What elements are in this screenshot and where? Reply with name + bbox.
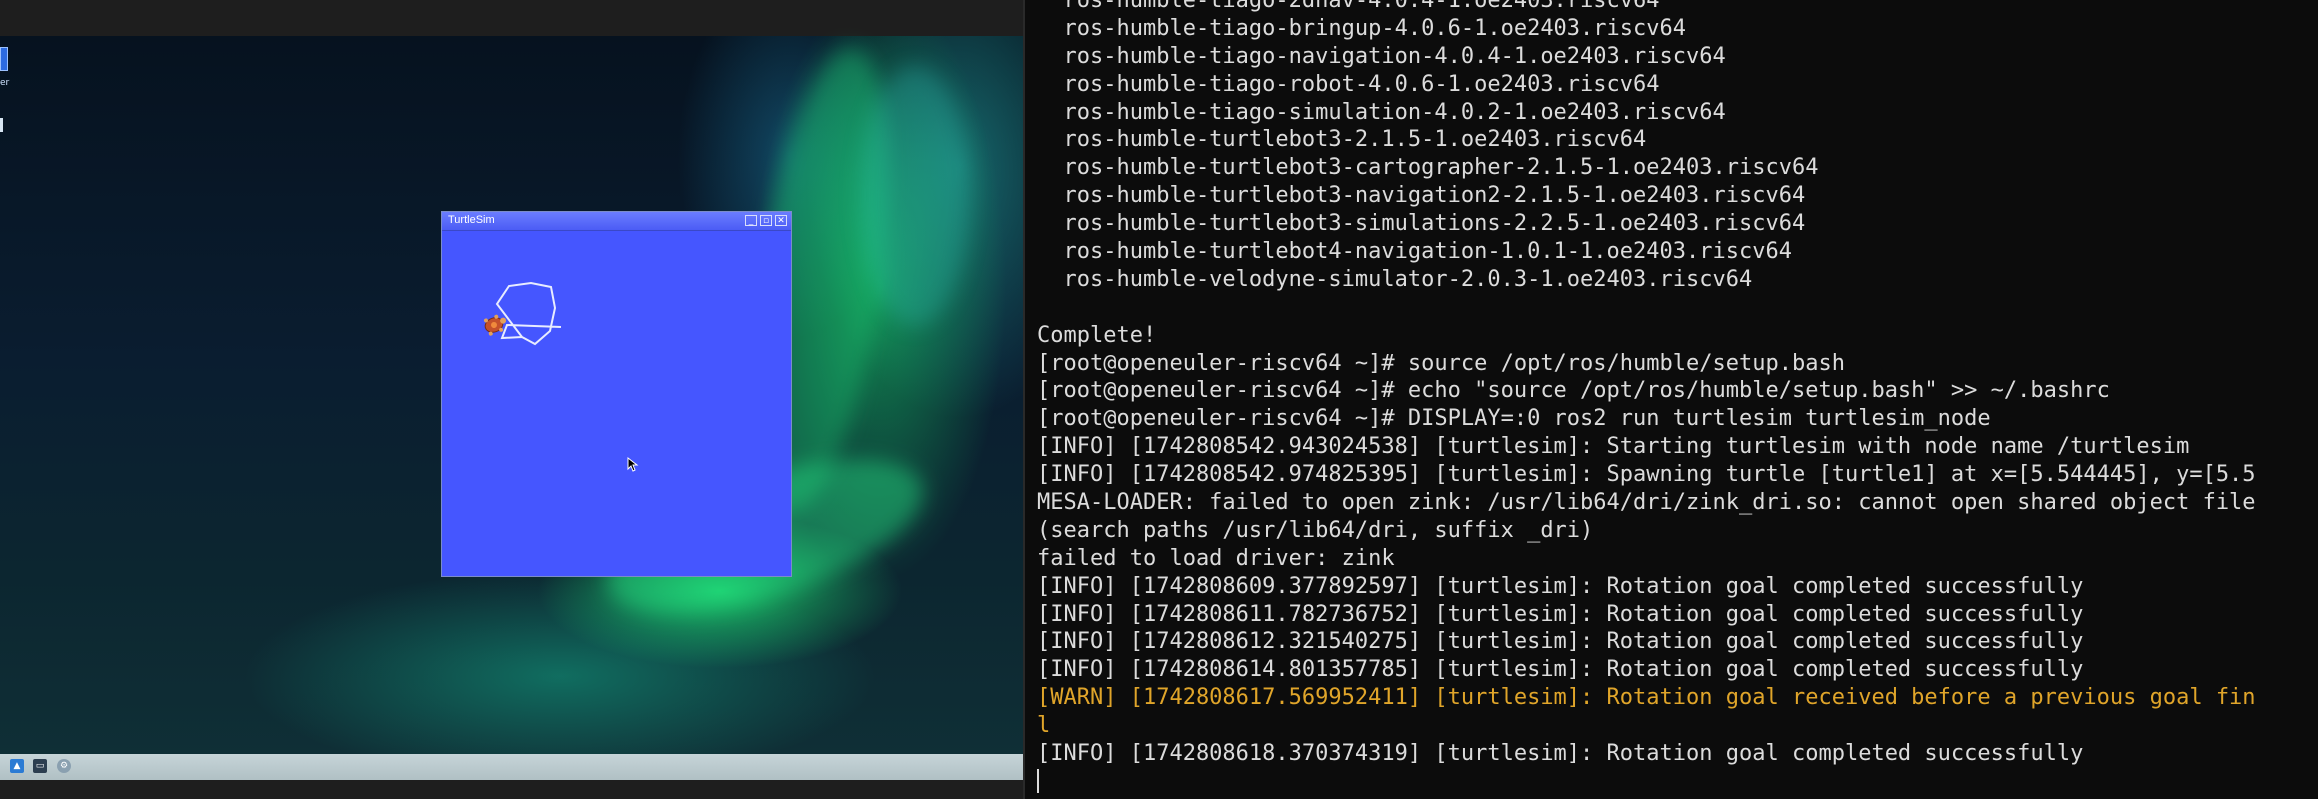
terminal-line: ros-humble-turtlebot3-2.1.5-1.oe2403.ris… <box>1037 127 1647 153</box>
terminal-line: [INFO] [1742808618.370374319] [turtlesim… <box>1037 741 2084 767</box>
maximize-icon[interactable]: ▫ <box>760 215 772 226</box>
desktop-top-bar <box>0 0 1023 36</box>
terminal-line: [INFO] [1742808612.321540275] [turtlesim… <box>1037 629 2084 655</box>
host-bottom-bar <box>0 780 1023 799</box>
terminal-line: [INFO] [1742808609.377892597] [turtlesim… <box>1037 573 2084 599</box>
taskbar: ▲ ▭ ⚙ <box>0 754 1023 780</box>
terminal-window[interactable]: ros-humble-tiago-2dnav-4.0.4-1.oe2403.ri… <box>1023 0 2318 799</box>
terminal-line: Complete! <box>1037 322 1157 348</box>
terminal-line: [INFO] [1742808614.801357785] [turtlesim… <box>1037 657 2084 683</box>
turtlesim-canvas <box>483 281 562 346</box>
terminal-icon[interactable]: ▭ <box>33 759 47 773</box>
window-title: TurtleSim <box>448 214 495 226</box>
mouse-cursor-icon <box>627 457 639 472</box>
terminal-line: failed to load driver: zink <box>1037 545 1395 571</box>
remote-desktop-view[interactable]: er TurtleSim _ ▫ ✕ ▲ ▭ ⚙ <box>0 0 1023 799</box>
terminal-line: ros-humble-turtlebot3-simulations-2.2.5-… <box>1037 211 1806 237</box>
terminal-line: l <box>1037 713 1051 739</box>
desktop-app-icon[interactable] <box>0 47 8 71</box>
terminal-line: [root@openeuler-riscv64 ~]# source /opt/… <box>1037 350 1845 376</box>
turtle-trail-path <box>495 281 562 346</box>
desktop-partial-icon[interactable] <box>0 118 3 132</box>
terminal-line: (search paths /usr/lib64/dri, suffix _dr… <box>1037 517 1594 543</box>
minimize-icon[interactable]: _ <box>745 215 757 226</box>
terminal-line: [root@openeuler-riscv64 ~]# echo "source… <box>1037 378 2110 404</box>
terminal-line: MESA-LOADER: failed to open zink: /usr/l… <box>1037 490 2256 516</box>
terminal-line: [INFO] [1742808611.782736752] [turtlesim… <box>1037 601 2084 627</box>
terminal-line: ros-humble-tiago-bringup-4.0.6-1.oe2403.… <box>1037 15 1687 41</box>
terminal-line: [WARN] [1742808617.569952411] [turtlesim… <box>1037 685 2256 711</box>
window-titlebar[interactable]: TurtleSim _ ▫ ✕ <box>442 212 791 231</box>
terminal-line: [INFO] [1742808542.943024538] [turtlesim… <box>1037 434 2190 460</box>
terminal-line: ros-humble-turtlebot4-navigation-1.0.1-1… <box>1037 239 1792 265</box>
desktop-icon-label: er <box>0 78 10 88</box>
terminal-line: ros-humble-tiago-2dnav-4.0.4-1.oe2403.ri… <box>1037 0 1660 13</box>
terminal-output: ros-humble-tiago-2dnav-4.0.4-1.oe2403.ri… <box>1037 0 2318 768</box>
start-menu-icon[interactable]: ▲ <box>10 759 24 773</box>
terminal-line: [root@openeuler-riscv64 ~]# DISPLAY=:0 r… <box>1037 406 1991 432</box>
terminal-line: ros-humble-velodyne-simulator-2.0.3-1.oe… <box>1037 266 1753 292</box>
terminal-line: ros-humble-tiago-robot-4.0.6-1.oe2403.ri… <box>1037 71 1660 97</box>
close-icon[interactable]: ✕ <box>775 215 787 226</box>
terminal-line: ros-humble-tiago-navigation-4.0.4-1.oe24… <box>1037 43 1726 69</box>
terminal-cursor <box>1037 769 1039 793</box>
settings-icon[interactable]: ⚙ <box>57 759 71 773</box>
turtlesim-window[interactable]: TurtleSim _ ▫ ✕ <box>441 211 792 577</box>
terminal-line: ros-humble-turtlebot3-cartographer-2.1.5… <box>1037 155 1819 181</box>
terminal-line: [INFO] [1742808542.974825395] [turtlesim… <box>1037 462 2256 488</box>
terminal-line: ros-humble-tiago-simulation-4.0.2-1.oe24… <box>1037 99 1726 125</box>
terminal-line: ros-humble-turtlebot3-navigation2-2.1.5-… <box>1037 183 1806 209</box>
